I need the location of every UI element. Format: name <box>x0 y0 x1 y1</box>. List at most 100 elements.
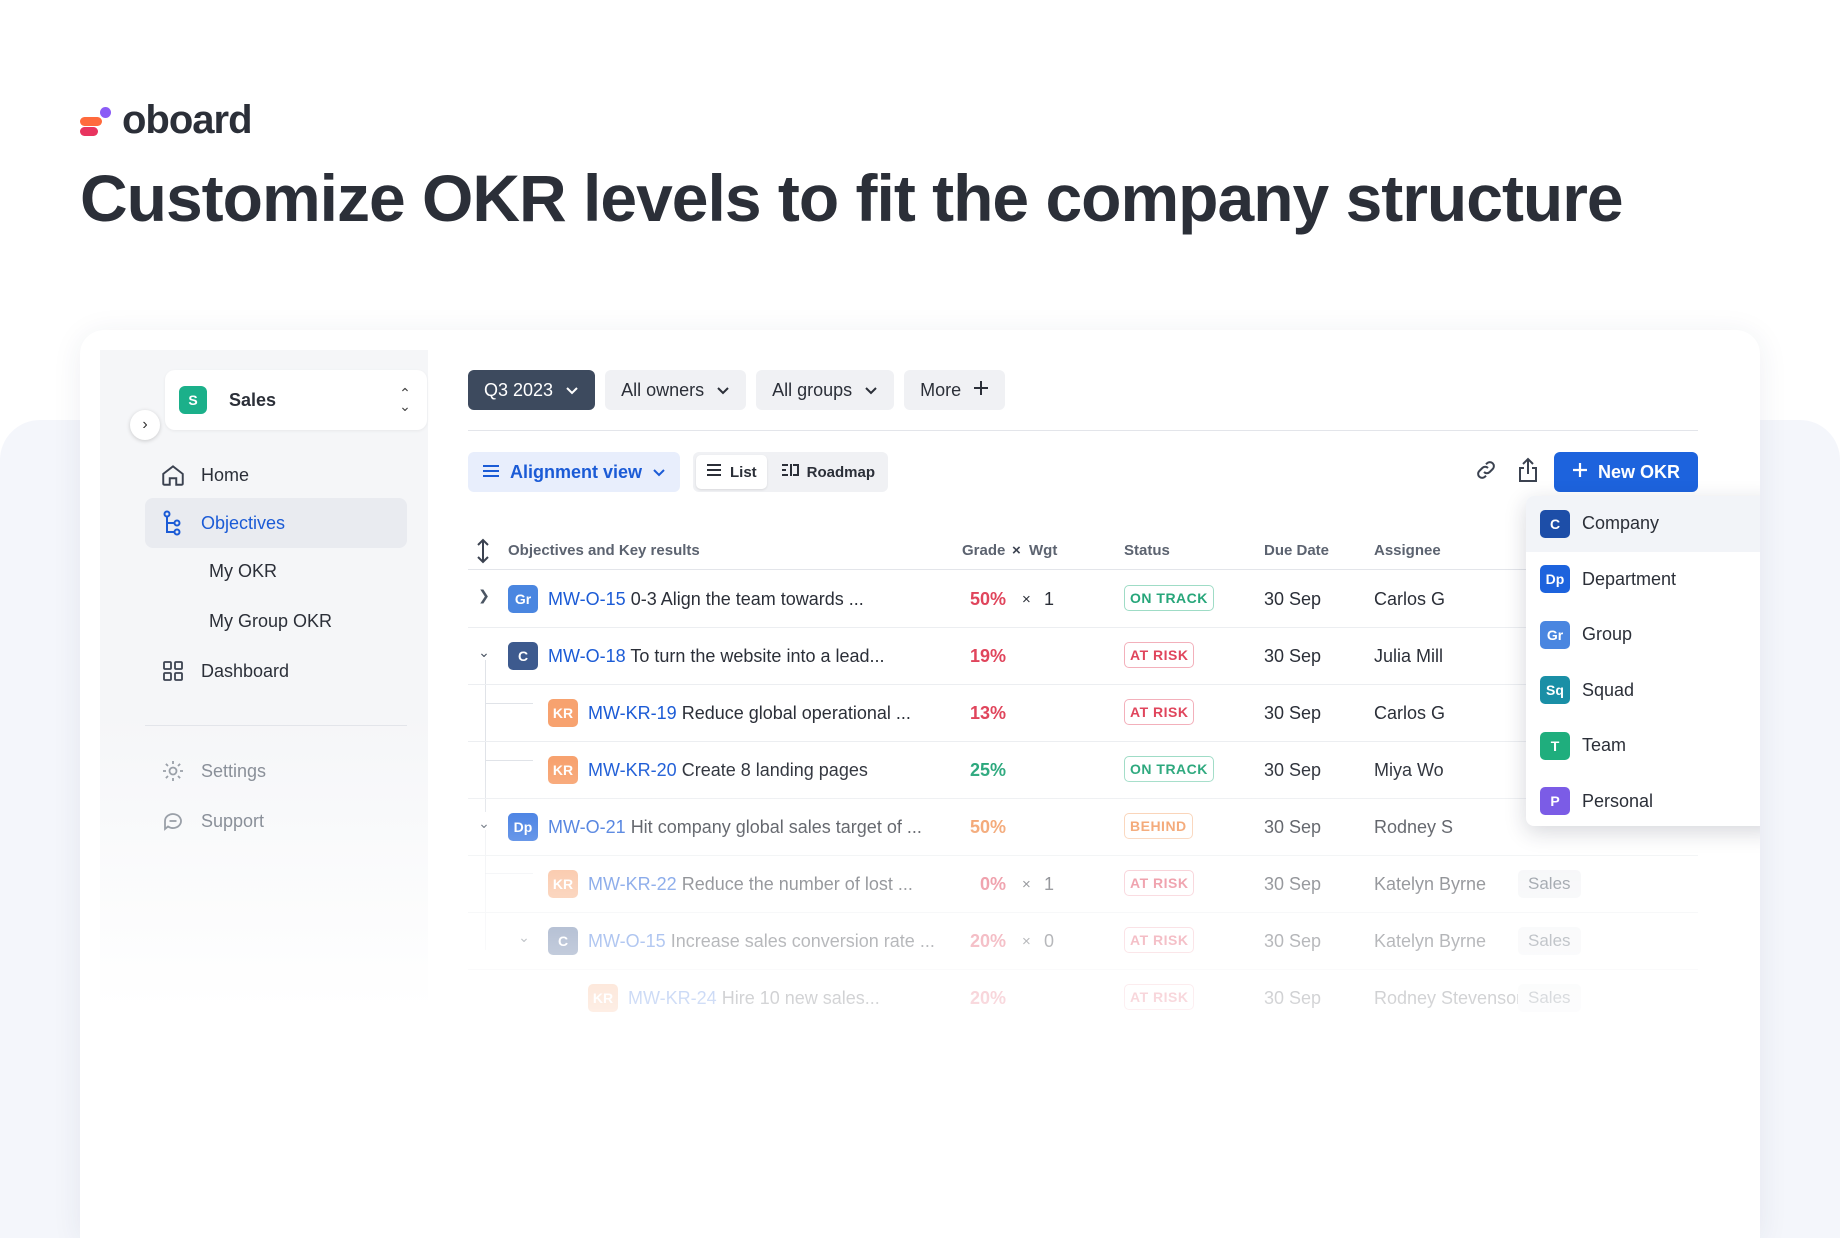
plus-icon <box>1572 462 1588 483</box>
okr-grade: 20% <box>969 931 1006 951</box>
okr-title[interactable]: Hire 10 new sales... <box>722 988 880 1008</box>
list-view-button[interactable]: List <box>696 455 767 489</box>
column-header-assignee: Assignee <box>1374 542 1441 559</box>
view-mode-select[interactable]: Alignment view <box>468 452 681 492</box>
new-okr-button[interactable]: New OKR <box>1554 452 1698 492</box>
chevron-down-icon <box>864 380 878 401</box>
okr-id[interactable]: MW-KR-22 <box>588 874 677 894</box>
groups-filter[interactable]: All groups <box>756 370 895 410</box>
level-badge-department: Dp <box>508 813 538 841</box>
brand-name: oboard <box>122 98 253 142</box>
app-window: › S Sales ⌃ ⌄ Home Objectives My OKR My G… <box>80 330 1760 1238</box>
sidebar-expand-button[interactable]: › <box>130 410 160 440</box>
sidebar-item-settings[interactable]: Settings <box>145 746 407 796</box>
level-badge-key-result: KR <box>548 699 578 727</box>
level-option-label: Squad <box>1582 679 1635 700</box>
group-tag: Sales <box>1518 927 1581 955</box>
level-badge-key-result: KR <box>548 870 578 898</box>
sidebar-item-my-okr[interactable]: My OKR <box>145 546 407 596</box>
okr-due-date: 30 Sep <box>1264 760 1322 780</box>
chevron-down-icon <box>716 380 730 401</box>
level-badge-department: Dp <box>1540 565 1570 594</box>
okr-title[interactable]: Hit company global sales target of ... <box>631 817 922 837</box>
okr-id[interactable]: MW-KR-19 <box>588 703 677 723</box>
sort-vertical-icon[interactable] <box>476 538 490 568</box>
okr-assignee: Katelyn Byrne <box>1374 874 1487 894</box>
level-badge-key-result: KR <box>588 984 618 1012</box>
level-option-squad[interactable]: Sq Squad <box>1526 663 1760 719</box>
multiply-icon: × <box>1022 876 1031 893</box>
sidebar-item-objectives[interactable]: Objectives <box>145 498 407 548</box>
okr-title[interactable]: Reduce the number of lost ... <box>682 874 913 894</box>
more-filters-label: More <box>920 379 962 400</box>
owners-filter-label: All owners <box>621 379 705 400</box>
level-badge-personal: P <box>1540 787 1570 816</box>
column-header-status: Status <box>1124 542 1170 559</box>
okr-id[interactable]: MW-O-15 <box>588 931 666 951</box>
level-option-team[interactable]: T Team <box>1526 718 1760 774</box>
sidebar-item-label: Home <box>201 464 250 485</box>
level-option-label: Personal <box>1582 790 1654 811</box>
sidebar-item-home[interactable]: Home <box>145 450 407 500</box>
chevron-down-icon[interactable]: ⌄ <box>474 644 494 661</box>
okr-grade: 0% <box>979 874 1006 894</box>
okr-due-date: 30 Sep <box>1264 988 1322 1008</box>
alignment-tree-icon <box>145 510 201 536</box>
okr-title[interactable]: Create 8 landing pages <box>682 760 868 780</box>
sidebar: › S Sales ⌃ ⌄ Home Objectives My OKR My G… <box>100 350 428 1010</box>
chevron-down-icon[interactable]: ⌄ <box>514 929 534 946</box>
level-option-personal[interactable]: P Personal <box>1526 774 1760 827</box>
chevron-right-icon[interactable]: ❯ <box>474 587 494 604</box>
more-filters-button[interactable]: More <box>904 370 1006 410</box>
table-row[interactable]: ❯ Gr MW-O-15 0-3 Align the team towards … <box>468 571 1698 628</box>
okr-id[interactable]: MW-O-15 <box>548 589 626 609</box>
roadmap-view-button[interactable]: Roadmap <box>771 455 885 489</box>
page-headline: Customize OKR levels to fit the company … <box>80 161 1624 235</box>
level-option-group[interactable]: Gr Group <box>1526 607 1760 663</box>
table-row[interactable]: KR MW-KR-20 Create 8 landing pages 25% O… <box>468 742 1698 799</box>
okr-grade: 50% <box>969 589 1006 609</box>
okr-id[interactable]: MW-O-21 <box>548 817 626 837</box>
okr-id[interactable]: MW-KR-20 <box>588 760 677 780</box>
okr-id[interactable]: MW-O-18 <box>548 646 626 666</box>
workspace-selector[interactable]: S Sales ⌃ ⌄ <box>165 370 427 430</box>
status-badge: AT RISK <box>1124 927 1195 953</box>
lines-icon <box>482 462 500 483</box>
period-filter-label: Q3 2023 <box>484 379 554 400</box>
view-toolbar: Alignment view List Roadmap New OKR <box>468 452 1698 494</box>
plus-icon <box>973 380 989 401</box>
table-row[interactable]: KR MW-KR-24 Hire 10 new sales... 20% AT … <box>468 970 1698 1027</box>
table-row[interactable]: ⌄ C MW-O-18 To turn the website into a l… <box>468 628 1698 685</box>
okr-title[interactable]: To turn the website into a lead... <box>630 646 884 666</box>
table-row[interactable]: ⌄ C MW-O-15 Increase sales conversion ra… <box>468 913 1698 970</box>
table-row[interactable]: ⌄ Dp MW-O-21 Hit company global sales ta… <box>468 799 1698 856</box>
level-option-company[interactable]: C Company <box>1526 496 1760 552</box>
level-option-department[interactable]: Dp Department <box>1526 552 1760 608</box>
divider <box>468 430 1698 431</box>
level-badge-company: C <box>508 642 538 670</box>
share-button[interactable] <box>1512 456 1544 488</box>
chevron-down-icon[interactable]: ⌄ <box>474 815 494 832</box>
multiply-icon: × <box>1022 933 1031 950</box>
chevron-down-icon <box>565 380 579 401</box>
workspace-badge: S <box>179 386 207 414</box>
status-badge: BEHIND <box>1124 813 1193 839</box>
okr-grade: 20% <box>969 988 1006 1008</box>
table-row[interactable]: KR MW-KR-19 Reduce global operational ..… <box>468 685 1698 742</box>
period-filter[interactable]: Q3 2023 <box>468 370 596 410</box>
brand-logo: oboard <box>80 98 253 143</box>
okr-due-date: 30 Sep <box>1264 703 1322 723</box>
table-row[interactable]: KR MW-KR-22 Reduce the number of lost ..… <box>468 856 1698 913</box>
sidebar-item-support[interactable]: Support <box>145 796 407 846</box>
sidebar-item-label: My OKR <box>209 560 278 581</box>
sidebar-item-dashboard[interactable]: Dashboard <box>145 646 407 696</box>
okr-title[interactable]: Reduce global operational ... <box>682 703 911 723</box>
owners-filter[interactable]: All owners <box>605 370 747 410</box>
status-badge: AT RISK <box>1124 984 1195 1010</box>
okr-title[interactable]: Increase sales conversion rate ... <box>671 931 935 951</box>
copy-link-button[interactable] <box>1470 456 1502 488</box>
okr-id[interactable]: MW-KR-24 <box>628 988 717 1008</box>
okr-title[interactable]: 0-3 Align the team towards ... <box>631 589 864 609</box>
chevron-right-icon: › <box>142 416 148 433</box>
sidebar-item-my-group-okr[interactable]: My Group OKR <box>145 596 407 646</box>
